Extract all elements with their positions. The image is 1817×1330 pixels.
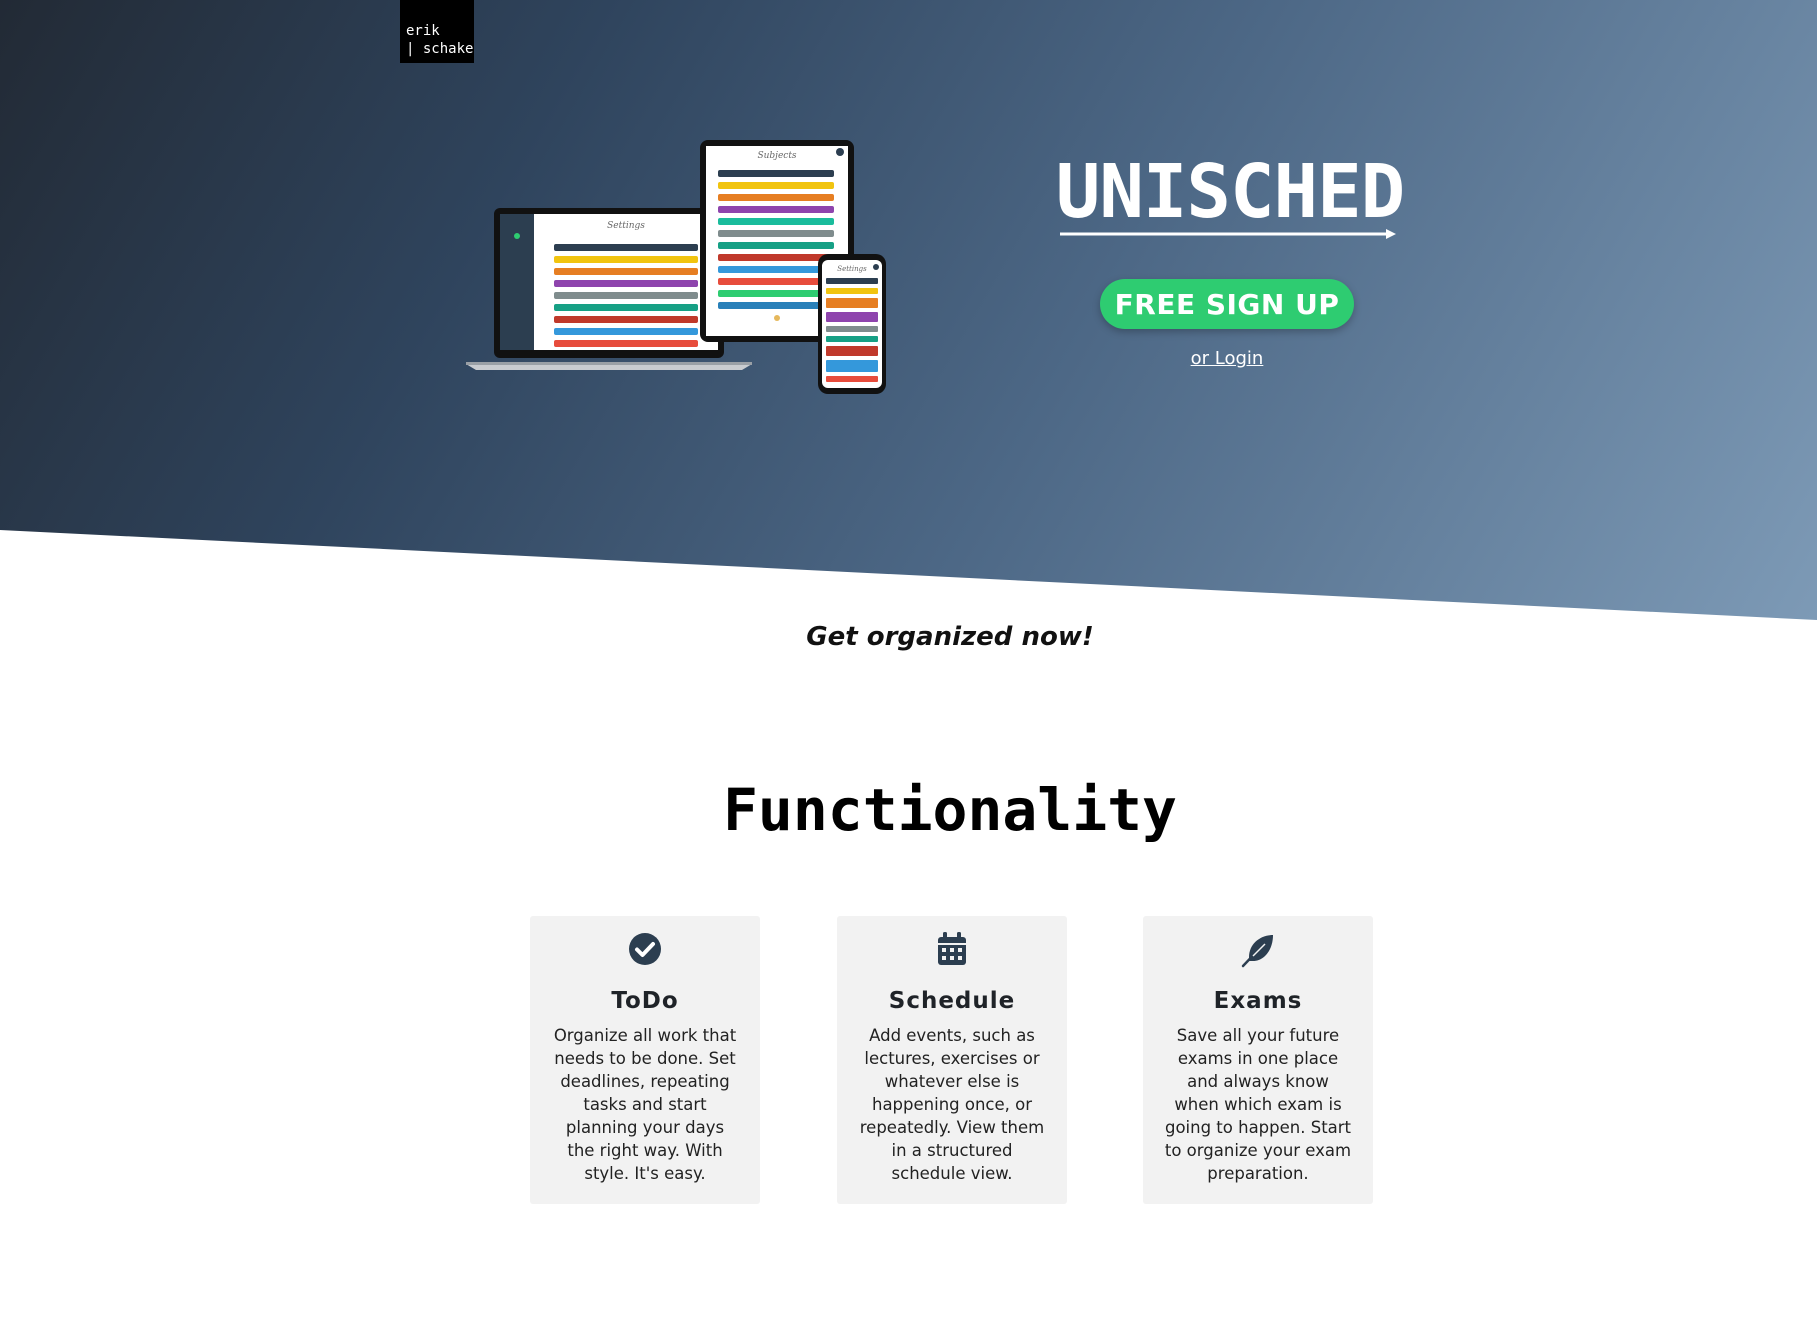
app-title: UNISCHED [1055, 149, 1405, 235]
feature-card-exams: Exams Save all your future exams in one … [1143, 916, 1373, 1204]
logo-line-2: | schake [406, 41, 474, 57]
laptop-screen-heading: Settings [607, 221, 645, 231]
logo-line-1: erik [406, 23, 440, 39]
feature-description: Add events, such as lectures, exercises … [859, 1026, 1045, 1183]
feature-title: ToDo [611, 988, 679, 1014]
feature-title: Schedule [888, 988, 1016, 1014]
tablet-screen-heading: Subjects [757, 151, 796, 161]
tagline: Get organized now! [806, 622, 1094, 652]
logo[interactable]: erik | schake [400, 0, 474, 63]
calendar-icon [857, 932, 1047, 972]
feather-icon [1163, 932, 1353, 972]
feature-description: Save all your future exams in one place … [1164, 1026, 1352, 1183]
feature-card-schedule: Schedule Add events, such as lectures, e… [837, 916, 1067, 1204]
phone-screen-heading: Settings [837, 265, 867, 273]
device-mockups-image: Settings Subjects Settings [466, 140, 886, 394]
free-sign-up-button[interactable]: FREE SIGN UP [1100, 279, 1354, 329]
feature-title: Exams [1213, 988, 1303, 1014]
functionality-heading: Functionality [723, 776, 1177, 844]
phone-mockup: Settings [818, 254, 886, 394]
check-circle-icon [550, 932, 740, 972]
login-link[interactable]: or Login [1100, 348, 1354, 369]
feature-description: Organize all work that needs to be done.… [553, 1026, 737, 1183]
feature-card-todo: ToDo Organize all work that needs to be … [530, 916, 760, 1204]
hero-section [0, 0, 1817, 620]
title-underline-arrow-icon [1060, 229, 1396, 239]
